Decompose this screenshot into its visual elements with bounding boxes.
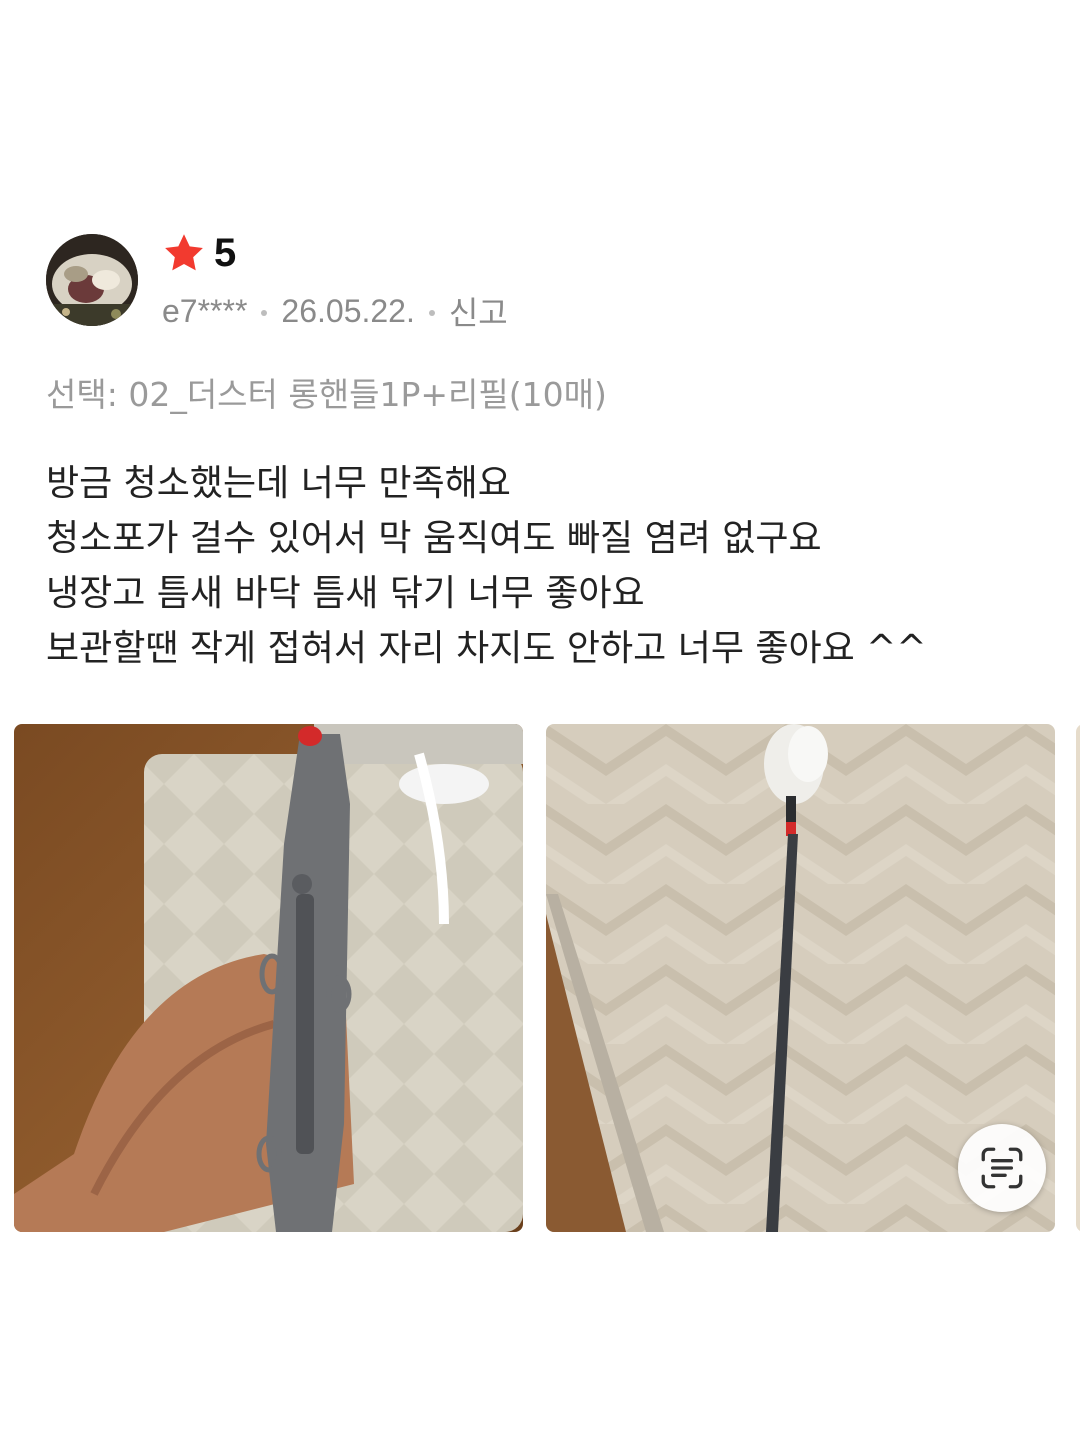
- report-button[interactable]: 신고: [449, 288, 508, 334]
- photo-duster-handle: [14, 724, 523, 1232]
- review-body: 방금 청소했는데 너무 만족해요 청소포가 걸수 있어서 막 움직여도 빠질 염…: [46, 456, 1046, 676]
- review-card: 5 e7**** 26.05.22. 신고 선택: 02_더스터 롱핸들1P+리…: [0, 0, 1080, 1440]
- avatar[interactable]: [46, 234, 138, 326]
- review-line: 청소포가 걸수 있어서 막 움직여도 빠질 염려 없구요: [46, 518, 822, 559]
- separator-dot: [261, 310, 268, 316]
- star-icon: [165, 234, 203, 271]
- review-date: 26.05.22.: [281, 292, 415, 329]
- avatar-image: [46, 234, 138, 326]
- separator-dot: [428, 310, 435, 316]
- review-photo[interactable]: [14, 724, 523, 1232]
- rating: 5: [162, 228, 236, 278]
- rating-value: 5: [214, 231, 237, 275]
- photo-strip[interactable]: [0, 724, 1080, 1234]
- review-meta: e7**** 26.05.22. 신고: [162, 288, 508, 334]
- reviewer-id: e7****: [162, 292, 248, 329]
- review-line: 보관할땐 작게 접혀서 자리 차지도 안하고 너무 좋아요 ^^: [46, 628, 927, 669]
- review-line: 냉장고 틈새 바닥 틈새 닦기 너무 좋아요: [46, 573, 645, 614]
- text-scan-icon: [981, 1147, 1023, 1189]
- text-scan-button[interactable]: [958, 1124, 1046, 1212]
- review-photo[interactable]: [1076, 724, 1080, 1232]
- review-line: 방금 청소했는데 너무 만족해요: [46, 463, 511, 504]
- selected-option: 선택: 02_더스터 롱핸들1P+리필(10매): [46, 375, 607, 414]
